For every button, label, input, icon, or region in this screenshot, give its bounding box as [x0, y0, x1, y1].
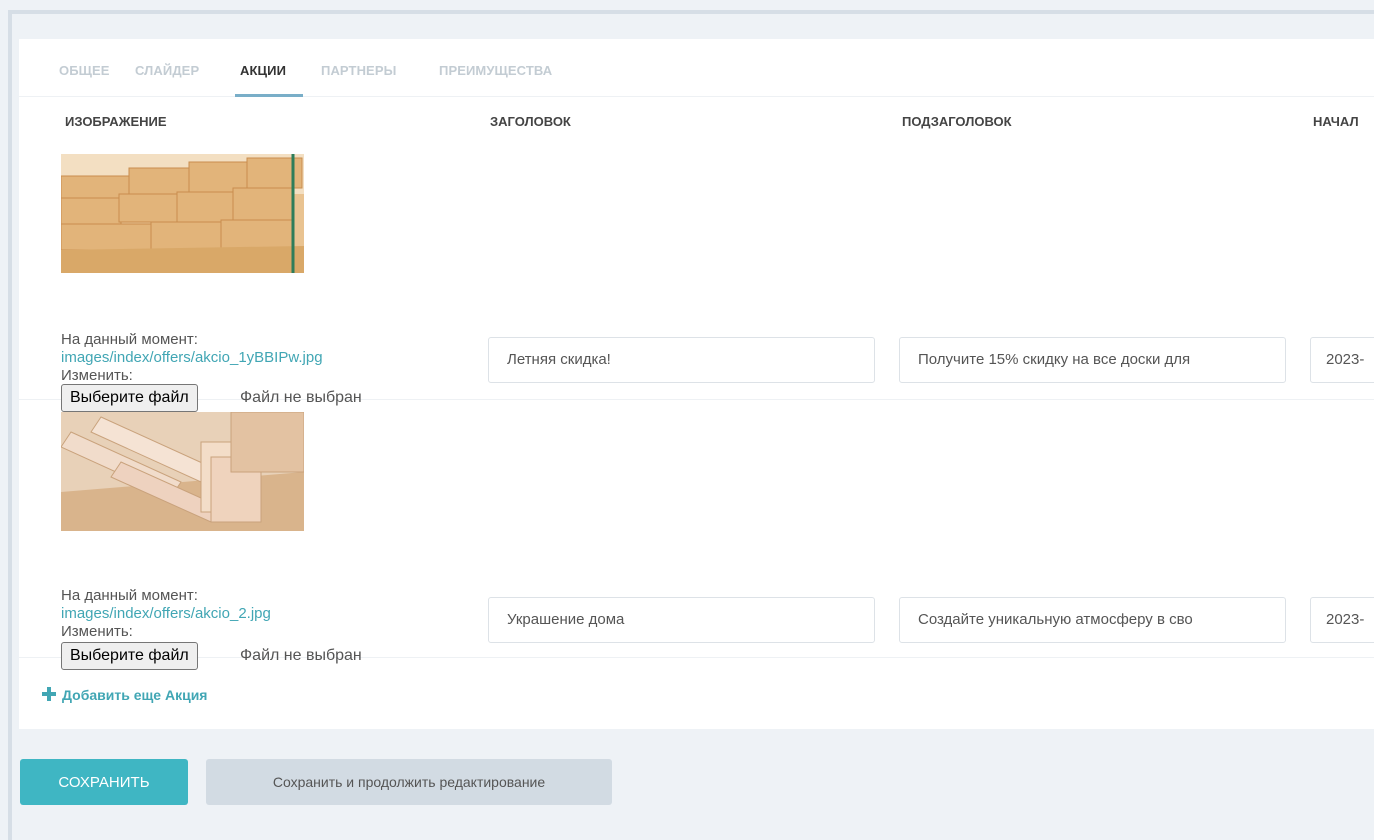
- plus-icon: [42, 687, 56, 701]
- current-file-link[interactable]: images/index/offers/akcio_2.jpg: [61, 605, 271, 622]
- save-and-continue-button[interactable]: Сохранить и продолжить редактирование: [206, 759, 612, 805]
- add-another-label: Добавить еще Акция: [62, 687, 208, 703]
- offer-image-thumbnail: [61, 154, 304, 273]
- current-file-link[interactable]: images/index/offers/akcio_1yBBIPw.jpg: [61, 349, 323, 366]
- title-input[interactable]: Украшение дома: [488, 597, 875, 643]
- column-header-subtitle: ПОДЗАГОЛОВОК: [902, 114, 1012, 129]
- active-tab-indicator: [235, 94, 303, 97]
- column-header-image: ИЗОБРАЖЕНИЕ: [65, 114, 167, 129]
- save-button[interactable]: СОХРАНИТЬ: [20, 759, 188, 805]
- add-another-offer-link[interactable]: Добавить еще Акция: [42, 687, 207, 703]
- current-file-label: На данный момент:: [61, 331, 198, 348]
- choose-file-button[interactable]: Выберите файл: [61, 642, 198, 670]
- offer-image-thumbnail: [61, 412, 304, 531]
- title-input[interactable]: Летняя скидка!: [488, 337, 875, 383]
- tab-partners[interactable]: ПАРТНЕРЫ: [321, 63, 396, 78]
- inline-formset-card: ОБЩЕЕ СЛАЙДЕР АКЦИИ ПАРТНЕРЫ ПРЕИМУЩЕСТВ…: [19, 39, 1374, 729]
- offer-row: На данный момент: images/index/offers/ak…: [19, 400, 1374, 670]
- tab-advantages[interactable]: ПРЕИМУЩЕСТВА: [439, 63, 552, 78]
- subtitle-input[interactable]: Получите 15% скидку на все доски для: [899, 337, 1286, 383]
- tab-offers[interactable]: АКЦИИ: [240, 63, 286, 78]
- tab-general[interactable]: ОБЩЕЕ: [59, 63, 110, 78]
- start-date-input[interactable]: 2023-: [1310, 597, 1374, 643]
- tab-slider[interactable]: СЛАЙДЕР: [135, 63, 199, 78]
- current-file-label: На данный момент:: [61, 587, 198, 604]
- change-file-label: Изменить:: [61, 367, 133, 384]
- change-file-label: Изменить:: [61, 623, 133, 640]
- column-header-title: ЗАГОЛОВОК: [490, 114, 571, 129]
- subtitle-input[interactable]: Создайте уникальную атмосферу в сво: [899, 597, 1286, 643]
- tab-bar: ОБЩЕЕ СЛАЙДЕР АКЦИИ ПАРТНЕРЫ ПРЕИМУЩЕСТВ…: [19, 39, 1374, 97]
- offer-row: На данный момент: images/index/offers/ak…: [19, 138, 1374, 412]
- file-status-text: Файл не выбран: [240, 647, 362, 664]
- start-date-input[interactable]: 2023-: [1310, 337, 1374, 383]
- column-header-start: НАЧАЛ: [1313, 114, 1359, 129]
